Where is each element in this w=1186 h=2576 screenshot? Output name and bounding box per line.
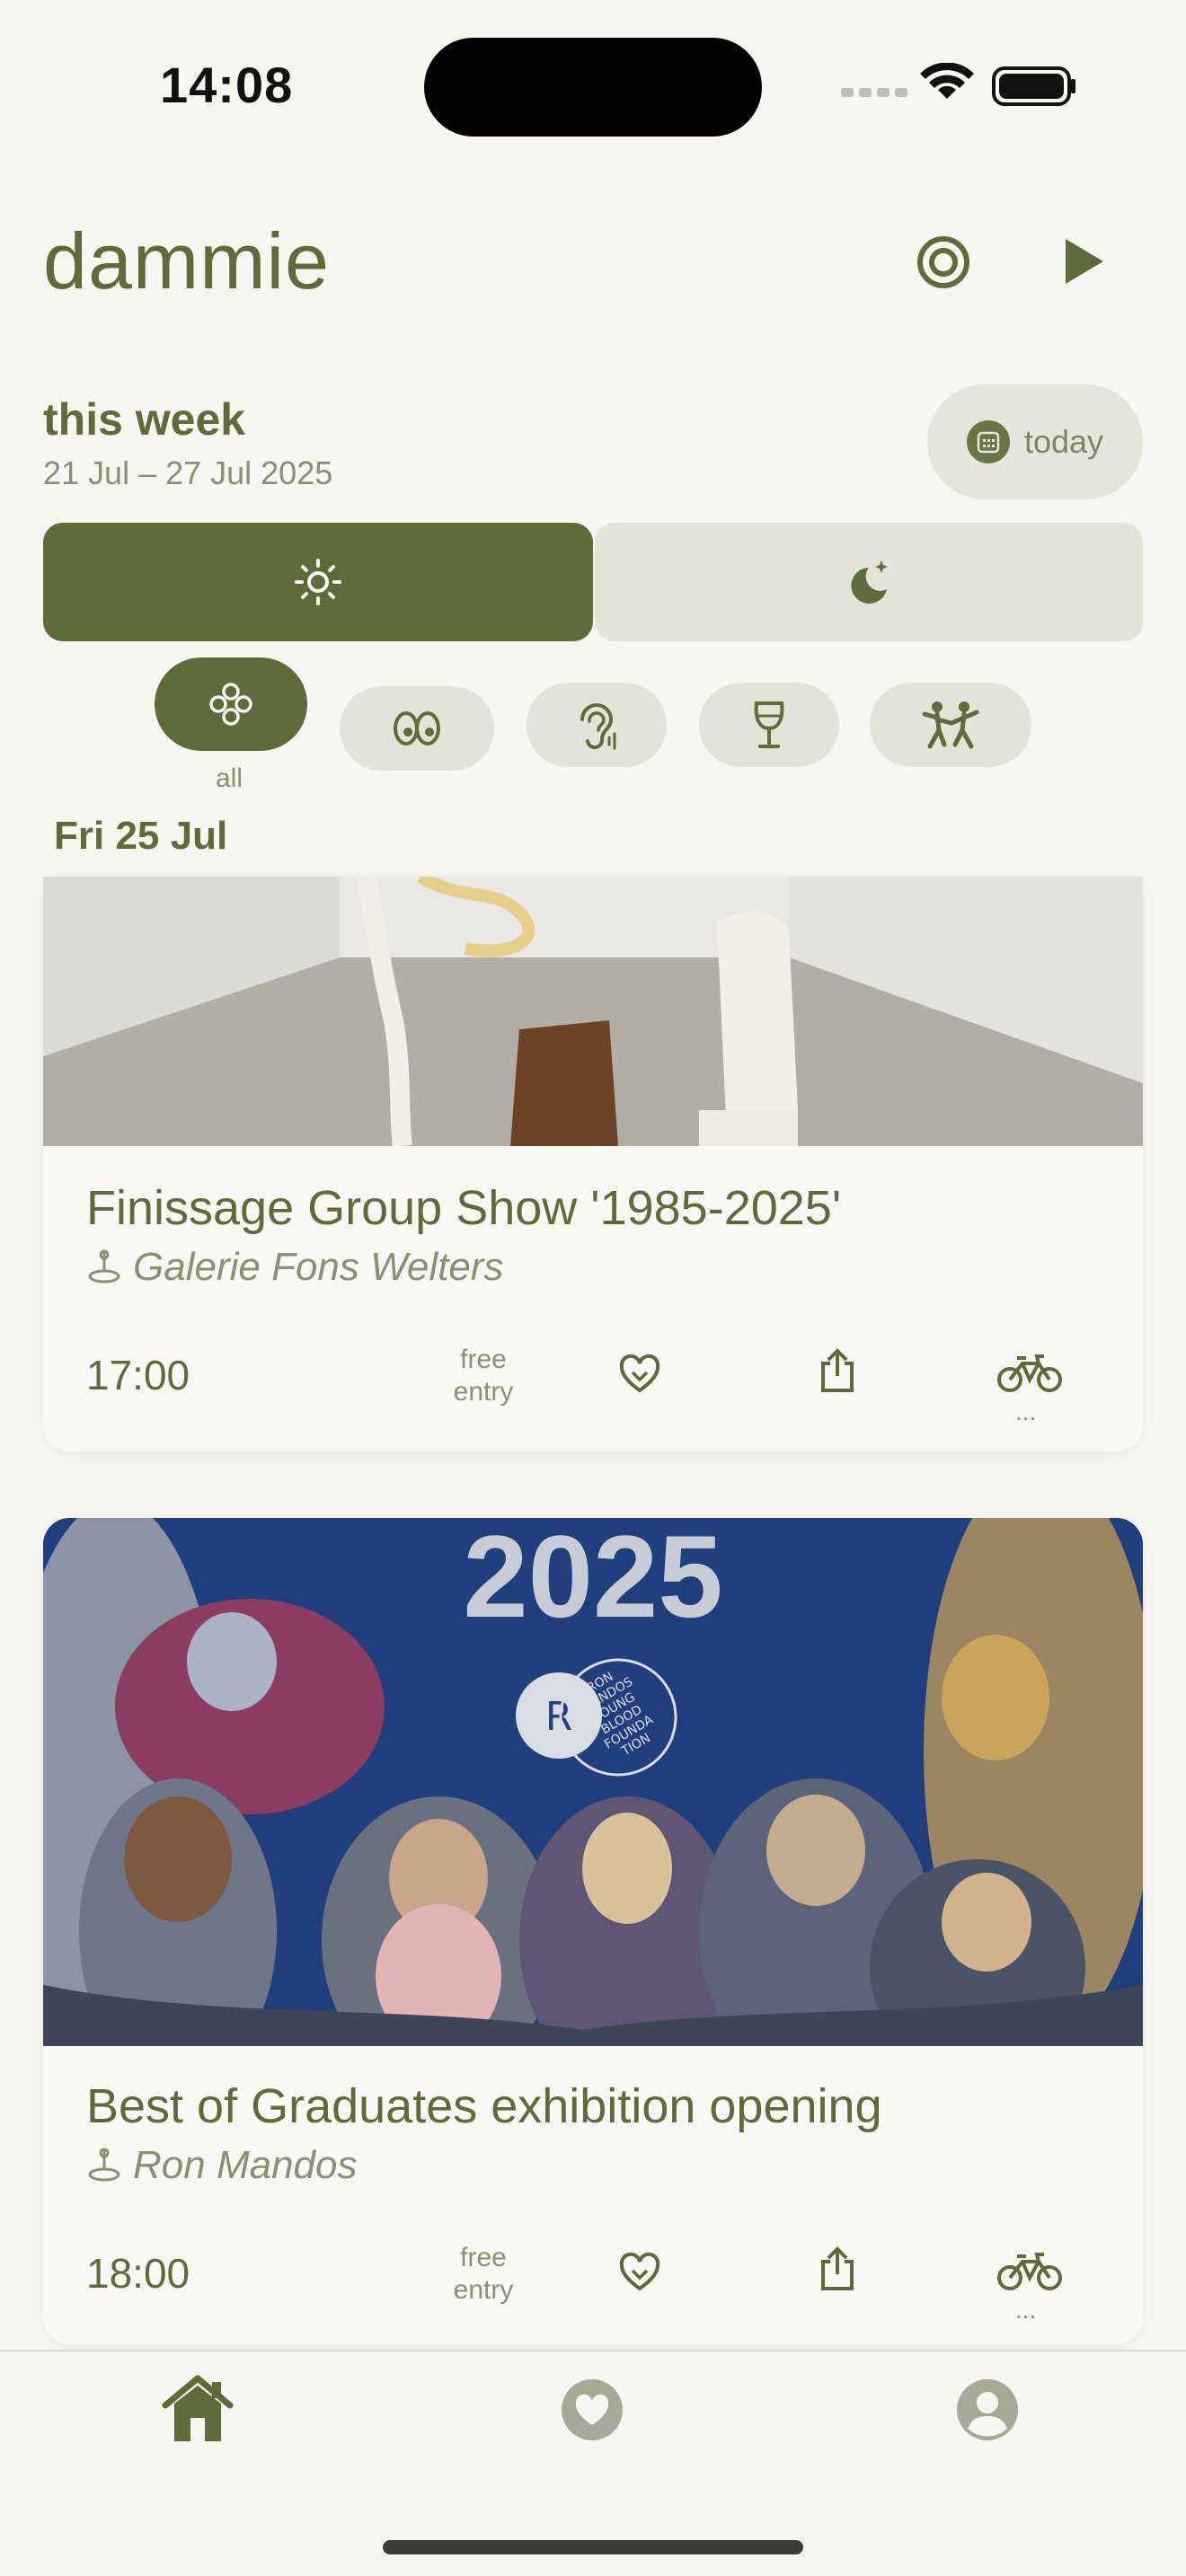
bike-route-button[interactable]	[997, 2251, 1062, 2297]
heart-icon	[619, 2252, 660, 2291]
event-price-line2: entry	[453, 2275, 514, 2305]
cellular-signal-icon	[841, 88, 907, 97]
filter-music[interactable]	[527, 683, 667, 767]
play-icon	[1066, 239, 1103, 284]
event-card[interactable]: R 2025 RON MANDOS YOUNG BLOOD FOUNDA TIO…	[43, 1518, 1143, 2344]
bicycle-icon	[997, 1354, 1062, 1392]
tab-home[interactable]	[160, 2373, 235, 2449]
more-dots: ...	[1015, 1398, 1037, 1425]
moon-stars-icon	[851, 560, 888, 604]
location-pin-icon	[88, 1249, 120, 1284]
share-icon	[821, 2246, 854, 2290]
app-title: dammie	[43, 216, 330, 305]
heart-icon	[619, 1354, 660, 1393]
filter-drinks[interactable]	[699, 683, 839, 767]
target-button[interactable]	[911, 230, 976, 295]
event-title: Best of Graduates exhibition opening	[86, 2079, 882, 2133]
eyes-icon	[394, 711, 440, 745]
event-venue-label: Ron Mandos	[133, 2143, 358, 2187]
filter-all[interactable]	[155, 657, 307, 751]
clover-icon	[209, 683, 252, 726]
filter-all-label: all	[216, 763, 243, 793]
event-venue-label: Galerie Fons Welters	[133, 1245, 504, 1289]
week-title: this week	[43, 394, 246, 445]
dynamic-island	[424, 38, 762, 137]
wifi-icon	[920, 62, 974, 99]
week-range: 21 Jul – 27 Jul 2025	[43, 454, 333, 491]
night-toggle[interactable]	[595, 523, 1143, 641]
filter-dance[interactable]	[870, 683, 1031, 767]
event-price-line2: entry	[453, 1377, 514, 1407]
poster-year: 2025	[463, 1518, 723, 1642]
share-button[interactable]	[818, 1347, 857, 1398]
tab-profile[interactable]	[956, 2378, 1019, 2446]
filter-visual[interactable]	[340, 686, 494, 771]
share-button[interactable]	[818, 2245, 857, 2297]
sun-icon	[295, 559, 341, 605]
day-toggle[interactable]	[43, 523, 593, 641]
battery-icon	[992, 66, 1075, 106]
ear-icon	[580, 703, 616, 750]
status-icons	[839, 62, 1076, 108]
target-icon	[917, 236, 969, 288]
event-venue[interactable]: Ron Mandos	[86, 2143, 357, 2188]
home-indicator	[383, 2540, 803, 2554]
event-price: free entry	[403, 2242, 564, 2307]
event-title: Finissage Group Show '1985-2025'	[86, 1181, 842, 1235]
today-button[interactable]: today	[927, 384, 1143, 499]
event-time: 17:00	[86, 1352, 190, 1398]
tab-favorites[interactable]	[561, 2378, 624, 2446]
event-price-line1: free	[460, 2243, 507, 2272]
more-dots: ...	[1015, 2296, 1037, 2324]
favorite-button[interactable]	[618, 1354, 661, 1398]
bicycle-icon	[997, 2253, 1062, 2290]
dancers-icon	[922, 701, 979, 749]
event-price-line1: free	[460, 1345, 507, 1374]
status-time: 14:08	[160, 57, 294, 113]
event-venue[interactable]: Galerie Fons Welters	[86, 1245, 503, 1290]
heart-circle-icon	[562, 2379, 623, 2440]
event-time: 18:00	[86, 2250, 190, 2297]
today-label: today	[1023, 423, 1104, 460]
calendar-icon	[966, 420, 1010, 463]
play-button[interactable]	[1053, 232, 1112, 291]
bike-route-button[interactable]	[997, 1353, 1062, 1398]
wine-glass-icon	[754, 701, 784, 748]
home-icon	[162, 2375, 234, 2441]
event-card[interactable]: Finissage Group Show '1985-2025' Galerie…	[43, 877, 1143, 1451]
location-pin-icon	[88, 2148, 120, 2182]
event-price: free entry	[403, 1344, 564, 1408]
share-icon	[821, 1348, 854, 1392]
event-image	[43, 877, 1143, 1148]
favorite-button[interactable]	[618, 2252, 661, 2297]
event-image: R 2025 RON MANDOS YOUNG BLOOD FOUNDA TIO…	[43, 1518, 1143, 2084]
date-header: Fri 25 Jul	[54, 814, 228, 858]
profile-icon	[957, 2379, 1018, 2440]
